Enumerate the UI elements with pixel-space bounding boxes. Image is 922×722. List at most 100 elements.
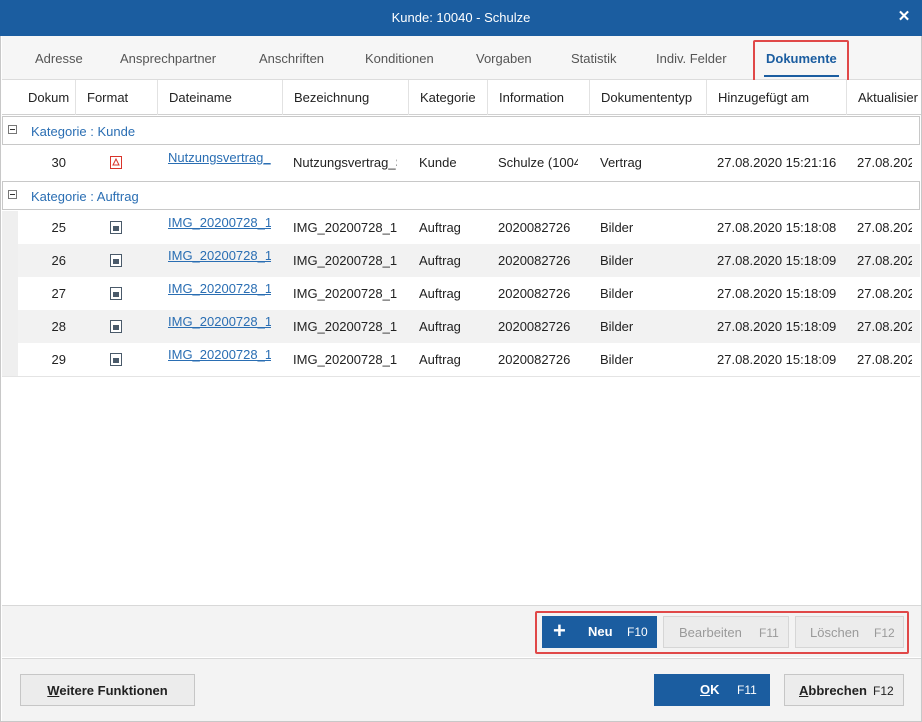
- cell-hinzugefuegt: 27.08.2020 15:18:08: [717, 220, 837, 235]
- cell-bezeichnung: IMG_20200728_18: [293, 352, 397, 367]
- cell-kategorie: Kunde: [419, 155, 457, 170]
- cell-aktualisiert: 27.08.202: [857, 319, 912, 334]
- dialog-footer: Weitere Funktionen OK F11 Abbrechen F12: [2, 658, 921, 721]
- image-icon: [110, 287, 122, 300]
- table-row[interactable]: 26 IMG_20200728_1 IMG_20200728_18 Auftra…: [2, 244, 920, 277]
- cell-bezeichnung: IMG_20200728_18: [293, 220, 397, 235]
- cell-dokument: 29: [51, 352, 66, 367]
- cell-dateiname-link[interactable]: IMG_20200728_1: [168, 280, 271, 313]
- cell-information: Schulze (1004: [498, 155, 578, 170]
- cell-dateiname-link[interactable]: Nutzungsvertrag_: [168, 149, 271, 182]
- bearbeiten-button[interactable]: Bearbeiten F11: [663, 616, 789, 648]
- cell-hinzugefuegt: 27.08.2020 15:18:09: [717, 352, 837, 367]
- cell-dokument: 28: [51, 319, 66, 334]
- cell-bezeichnung: Nutzungsvertrag_S: [293, 155, 397, 170]
- group-label: Kategorie : Kunde: [31, 124, 136, 139]
- weitere-funktionen-button[interactable]: Weitere Funktionen: [20, 674, 195, 706]
- table-row[interactable]: 30 Nutzungsvertrag_ Nutzungsvertrag_S Ku…: [2, 146, 920, 179]
- col-header-dateiname[interactable]: Dateiname: [158, 80, 283, 115]
- cell-information: 2020082726: [498, 352, 571, 367]
- col-header-information[interactable]: Information: [488, 80, 590, 115]
- close-icon[interactable]: ✕: [886, 0, 922, 36]
- cell-dokument: 30: [51, 155, 66, 170]
- table-row[interactable]: 25 IMG_20200728_1 IMG_20200728_18 Auftra…: [2, 211, 920, 244]
- col-header-kategorie[interactable]: Kategorie: [409, 80, 488, 115]
- cell-information: 2020082726: [498, 286, 571, 301]
- cell-aktualisiert: 27.08.202: [857, 155, 912, 170]
- tab-adresse[interactable]: Adresse: [35, 51, 83, 66]
- tab-konditionen[interactable]: Konditionen: [365, 51, 434, 66]
- col-header-hinzugefuegt[interactable]: Hinzugefügt am: [707, 80, 847, 115]
- group-indent: [2, 211, 18, 244]
- loeschen-button-label: Löschen: [810, 625, 860, 640]
- bearbeiten-button-label: Bearbeiten: [679, 625, 742, 640]
- abbrechen-shortcut: F12: [873, 684, 894, 698]
- cell-kategorie: Auftrag: [419, 319, 461, 334]
- group-indent: [2, 244, 18, 277]
- cell-dokument: 27: [51, 286, 66, 301]
- tab-indiv-felder[interactable]: Indiv. Felder: [656, 51, 727, 66]
- cell-bezeichnung: IMG_20200728_18: [293, 319, 397, 334]
- window-title: Kunde: 10040 - Schulze: [391, 10, 531, 25]
- abbrechen-button[interactable]: Abbrechen F12: [784, 674, 904, 706]
- table-row[interactable]: 29 IMG_20200728_1 IMG_20200728_18 Auftra…: [2, 343, 920, 376]
- cell-dokumententyp: Bilder: [600, 253, 634, 268]
- table-row[interactable]: 28 IMG_20200728_1 IMG_20200728_18 Auftra…: [2, 310, 920, 343]
- cell-aktualisiert: 27.08.202: [857, 253, 912, 268]
- col-header-dokument[interactable]: Dokum: [17, 80, 76, 115]
- image-icon: [110, 320, 122, 333]
- active-tab-underline: [764, 75, 839, 77]
- col-header-bezeichnung[interactable]: Bezeichnung: [283, 80, 409, 115]
- cell-dateiname-link[interactable]: IMG_20200728_1: [168, 214, 271, 247]
- pdf-icon: [110, 156, 122, 169]
- abbrechen-label: bbrechen: [808, 683, 867, 698]
- weitere-label: eitere Funktionen: [59, 683, 168, 698]
- cell-hinzugefuegt: 27.08.2020 15:21:16: [717, 155, 837, 170]
- neu-button-label: Neu: [588, 624, 613, 639]
- ok-shortcut: F11: [737, 683, 757, 697]
- col-header-format[interactable]: Format: [76, 80, 158, 115]
- cell-dokumententyp: Vertrag: [600, 155, 642, 170]
- cell-dokumententyp: Bilder: [600, 319, 634, 334]
- tab-dokumente[interactable]: Dokumente: [764, 51, 839, 77]
- cell-dokumententyp: Bilder: [600, 220, 634, 235]
- ok-mnemonic: O: [700, 682, 711, 697]
- tab-vorgaben[interactable]: Vorgaben: [476, 51, 532, 66]
- ok-label: K: [710, 682, 720, 697]
- cell-information: 2020082726: [498, 253, 571, 268]
- cell-bezeichnung: IMG_20200728_18: [293, 253, 397, 268]
- cell-dokument: 26: [51, 253, 66, 268]
- neu-button[interactable]: + Neu F10: [542, 616, 657, 648]
- cell-dokumententyp: Bilder: [600, 286, 634, 301]
- cell-dateiname-link[interactable]: IMG_20200728_1: [168, 247, 271, 280]
- bearbeiten-shortcut: F11: [759, 626, 779, 640]
- tab-statistik[interactable]: Statistik: [571, 51, 617, 66]
- cell-information: 2020082726: [498, 220, 571, 235]
- col-header-dokumententyp[interactable]: Dokumententyp: [590, 80, 707, 115]
- plus-icon: +: [553, 618, 566, 643]
- tab-ansprechpartner[interactable]: Ansprechpartner: [120, 51, 216, 66]
- cell-dokumententyp: Bilder: [600, 352, 634, 367]
- group-row-auftrag[interactable]: Kategorie : Auftrag: [2, 181, 920, 210]
- title-bar: Kunde: 10040 - Schulze ✕: [0, 0, 922, 36]
- action-bar: + Neu F10 Bearbeiten F11 Löschen F12: [2, 605, 921, 657]
- cell-kategorie: Auftrag: [419, 352, 461, 367]
- cell-dateiname-link[interactable]: IMG_20200728_1: [168, 313, 271, 346]
- loeschen-button[interactable]: Löschen F12: [795, 616, 904, 648]
- tab-dokumente-label: Dokumente: [766, 51, 837, 66]
- collapse-toggle-icon[interactable]: [8, 190, 17, 199]
- ok-button[interactable]: OK F11: [654, 674, 770, 706]
- col-header-aktualisiert[interactable]: Aktualisier: [847, 80, 921, 115]
- weitere-mnemonic: W: [47, 683, 60, 698]
- group-indent: [2, 277, 18, 310]
- cell-aktualisiert: 27.08.202: [857, 220, 912, 235]
- cell-dateiname-link[interactable]: IMG_20200728_1: [168, 346, 271, 379]
- group-indent: [2, 343, 18, 376]
- cell-hinzugefuegt: 27.08.2020 15:18:09: [717, 319, 837, 334]
- collapse-toggle-icon[interactable]: [8, 125, 17, 134]
- tab-anschriften[interactable]: Anschriften: [259, 51, 324, 66]
- table-row[interactable]: 27 IMG_20200728_1 IMG_20200728_19 Auftra…: [2, 277, 920, 310]
- abbrechen-mnemonic: A: [799, 683, 809, 698]
- cell-kategorie: Auftrag: [419, 253, 461, 268]
- group-row-kunde[interactable]: Kategorie : Kunde: [2, 116, 920, 145]
